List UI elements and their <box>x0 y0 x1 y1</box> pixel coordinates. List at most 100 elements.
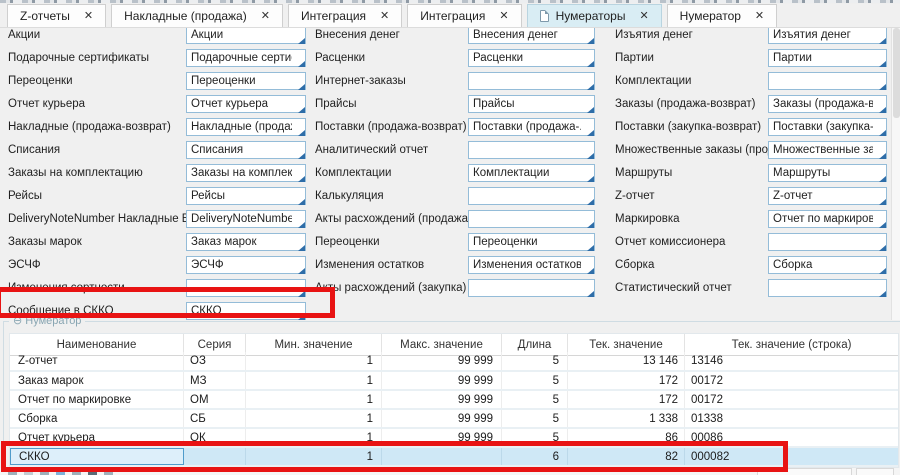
table-row[interactable]: СборкаСБ199 99951 33801338 <box>10 410 898 429</box>
collapse-icon[interactable]: ⊖ <box>13 315 22 327</box>
table-cell[interactable] <box>382 448 502 465</box>
field-input[interactable] <box>186 187 306 205</box>
table-cell[interactable]: Отчет курьера <box>10 429 184 446</box>
close-icon[interactable]: ✕ <box>84 11 93 22</box>
table-cell[interactable]: 00086 <box>685 429 898 446</box>
table-cell[interactable]: Отчет по маркировке <box>10 391 184 408</box>
close-icon[interactable]: ✕ <box>755 11 764 22</box>
table-cell[interactable]: 5 <box>502 410 568 427</box>
scrollbar-thumb[interactable] <box>893 28 900 118</box>
field-input[interactable] <box>468 118 595 136</box>
table-cell[interactable]: 6 <box>502 448 568 465</box>
table-cell[interactable]: 5 <box>502 352 568 370</box>
table-cell[interactable]: 00172 <box>685 391 898 408</box>
table-cell[interactable]: 1 <box>246 448 382 465</box>
field-input[interactable] <box>186 279 306 297</box>
field-input[interactable] <box>768 187 887 205</box>
field-input[interactable] <box>186 164 306 182</box>
field-input[interactable] <box>186 210 306 228</box>
field-input[interactable] <box>468 95 595 113</box>
field-input[interactable] <box>468 72 595 90</box>
table-cell[interactable]: СККО <box>10 448 184 465</box>
table-row[interactable]: Отчет по маркировкеОМ199 999517200172 <box>10 391 898 410</box>
field-input[interactable] <box>768 49 887 67</box>
table-cell[interactable]: Z-отчет <box>10 352 184 370</box>
table-cell[interactable]: 99 999 <box>382 410 502 427</box>
close-icon[interactable]: ✕ <box>380 11 389 22</box>
field-input[interactable] <box>768 279 887 297</box>
field-input[interactable] <box>468 233 595 251</box>
table-cell[interactable]: 1 <box>246 429 382 446</box>
field-input[interactable] <box>768 141 887 159</box>
field-input[interactable] <box>468 26 595 44</box>
field-input[interactable] <box>768 26 887 44</box>
table-cell[interactable]: 99 999 <box>382 352 502 370</box>
table-cell[interactable]: 13 146 <box>568 352 685 370</box>
table-cell[interactable]: 1 338 <box>568 410 685 427</box>
field-input[interactable] <box>468 256 595 274</box>
table-cell[interactable]: 82 <box>568 448 685 465</box>
tab-0[interactable]: Z-отчеты ✕ <box>7 4 106 27</box>
tab-1[interactable]: Накладные (продажа) ✕ <box>111 4 283 27</box>
field-input[interactable] <box>186 95 306 113</box>
field-input[interactable] <box>186 256 306 274</box>
table-cell[interactable]: ОЗ <box>184 352 246 370</box>
table-cell[interactable]: ОК <box>184 429 246 446</box>
tab-4-active[interactable]: Нумераторы ✕ <box>527 4 662 27</box>
field-input[interactable] <box>768 233 887 251</box>
table-row[interactable]: Отчет курьераОК199 99958600086 <box>10 429 898 448</box>
table-row[interactable]: Z-отчетОЗ199 999513 14613146 <box>10 356 898 372</box>
field-input[interactable] <box>186 141 306 159</box>
tab-5[interactable]: Нумератор ✕ <box>667 4 777 27</box>
field-input[interactable] <box>768 118 887 136</box>
table-cell[interactable]: 1 <box>246 391 382 408</box>
table-cell[interactable]: 1 <box>246 372 382 389</box>
field-input[interactable] <box>186 118 306 136</box>
tab-2[interactable]: Интеграция ✕ <box>288 4 402 27</box>
field-input[interactable] <box>468 141 595 159</box>
table-cell[interactable]: 1 <box>246 352 382 370</box>
field-input[interactable] <box>768 256 887 274</box>
field-input[interactable] <box>186 49 306 67</box>
field-input[interactable] <box>768 72 887 90</box>
field-input[interactable] <box>768 95 887 113</box>
table-cell[interactable]: 172 <box>568 391 685 408</box>
table-cell[interactable]: 5 <box>502 429 568 446</box>
field-input[interactable] <box>468 279 595 297</box>
table-cell[interactable]: 00172 <box>685 372 898 389</box>
table-row[interactable]: Заказ марокМЗ199 999517200172 <box>10 372 898 391</box>
table-cell[interactable]: 5 <box>502 372 568 389</box>
field-input[interactable] <box>768 210 887 228</box>
table-cell[interactable]: 1 <box>246 410 382 427</box>
table-row-selected[interactable]: СККО 1 682000082 <box>10 448 898 467</box>
table-cell[interactable]: 99 999 <box>382 391 502 408</box>
tab-3[interactable]: Интеграция ✕ <box>407 4 521 27</box>
table-cell[interactable]: 99 999 <box>382 372 502 389</box>
field-input[interactable] <box>768 164 887 182</box>
table-cell[interactable]: Сборка <box>10 410 184 427</box>
close-icon[interactable]: ✕ <box>261 11 270 22</box>
vertical-scrollbar[interactable] <box>891 24 900 320</box>
table-cell[interactable]: 000082 <box>685 448 898 465</box>
table-cell[interactable]: СБ <box>184 410 246 427</box>
field-input[interactable] <box>468 49 595 67</box>
field-input[interactable] <box>186 302 306 320</box>
table-cell[interactable]: 13146 <box>685 352 898 370</box>
field-input[interactable] <box>468 187 595 205</box>
table-cell[interactable]: 86 <box>568 429 685 446</box>
table-cell[interactable]: Заказ марок <box>10 372 184 389</box>
table-cell[interactable] <box>184 448 246 465</box>
field-input[interactable] <box>186 72 306 90</box>
field-input[interactable] <box>468 164 595 182</box>
table-cell[interactable]: 172 <box>568 372 685 389</box>
table-cell[interactable]: ОМ <box>184 391 246 408</box>
close-icon[interactable]: ✕ <box>639 11 648 22</box>
table-cell[interactable]: 01338 <box>685 410 898 427</box>
table-cell[interactable]: 5 <box>502 391 568 408</box>
field-input[interactable] <box>186 233 306 251</box>
close-icon[interactable]: ✕ <box>499 11 508 22</box>
table-cell[interactable]: МЗ <box>184 372 246 389</box>
field-input[interactable] <box>186 26 306 44</box>
table-cell[interactable]: 99 999 <box>382 429 502 446</box>
field-input[interactable] <box>468 210 595 228</box>
